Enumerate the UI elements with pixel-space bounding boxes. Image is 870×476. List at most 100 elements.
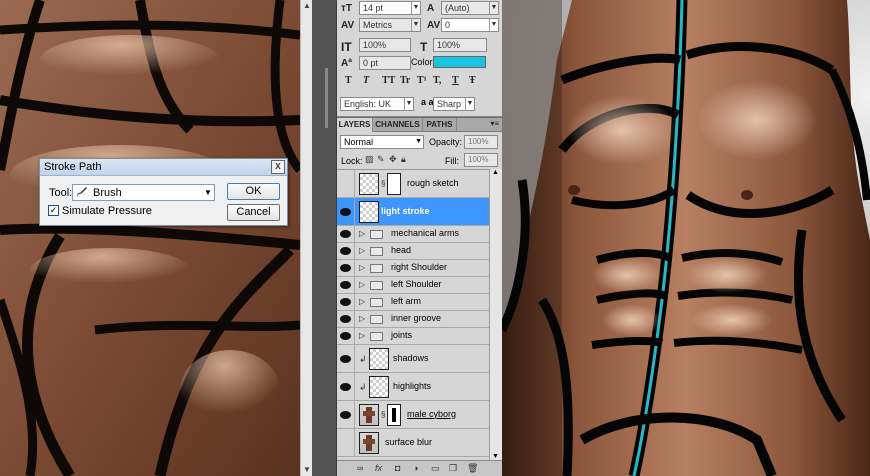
layer-row-shadows[interactable]: ↲ shadows bbox=[337, 345, 489, 373]
layer-row-left-arm[interactable]: ▷ left arm bbox=[337, 294, 489, 311]
visibility-toggle[interactable] bbox=[337, 373, 355, 400]
visibility-toggle[interactable] bbox=[337, 401, 355, 428]
expand-triangle-icon[interactable]: ▷ bbox=[359, 297, 365, 306]
fx-icon[interactable]: fx bbox=[375, 463, 382, 473]
visibility-toggle[interactable] bbox=[337, 226, 355, 242]
layer-row-right-shoulder[interactable]: ▷ right Shoulder bbox=[337, 260, 489, 277]
layer-row-joints[interactable]: ▷ joints bbox=[337, 328, 489, 345]
fill-field[interactable]: 100% bbox=[464, 153, 498, 167]
text-color-swatch[interactable] bbox=[433, 56, 486, 68]
lock-transparency-icon[interactable]: ▨ bbox=[365, 154, 374, 165]
layer-row-rough-sketch[interactable]: § rough sketch bbox=[337, 170, 489, 198]
new-group-icon[interactable]: ▭ bbox=[431, 463, 440, 474]
leading-field[interactable]: (Auto) ▼ bbox=[441, 1, 499, 15]
layer-row-left-shoulder[interactable]: ▷ left Shoulder bbox=[337, 277, 489, 294]
cancel-button[interactable]: Cancel bbox=[227, 204, 280, 221]
chevron-down-icon[interactable]: ▼ bbox=[465, 98, 474, 110]
underline-button[interactable]: T bbox=[452, 75, 459, 86]
layer-row-head[interactable]: ▷ head bbox=[337, 243, 489, 260]
layer-name: right Shoulder bbox=[391, 262, 448, 272]
layer-row-highlights[interactable]: ↲ highlights bbox=[337, 373, 489, 401]
kerning-field[interactable]: Metrics ▼ bbox=[359, 18, 421, 32]
chevron-down-icon[interactable]: ▼ bbox=[202, 185, 214, 200]
visibility-toggle[interactable] bbox=[337, 294, 355, 310]
dialog-titlebar[interactable]: Stroke Path x bbox=[40, 159, 287, 176]
opacity-field[interactable]: 100% bbox=[464, 135, 498, 149]
close-icon[interactable]: x bbox=[271, 160, 285, 174]
tool-select[interactable]: Brush ▼ bbox=[72, 184, 215, 201]
expand-triangle-icon[interactable]: ▷ bbox=[359, 246, 365, 255]
visibility-toggle[interactable] bbox=[337, 198, 355, 225]
canvas-zoomed-view[interactable] bbox=[0, 0, 300, 476]
vertical-scale-field[interactable]: 100% bbox=[359, 38, 411, 52]
lock-all-icon[interactable]: 🔒︎ bbox=[401, 154, 406, 165]
vertical-scale-value: 100% bbox=[363, 40, 387, 50]
layer-row-mechanical-arms[interactable]: ▷ mechanical arms bbox=[337, 226, 489, 243]
layer-mask-thumbnail[interactable] bbox=[387, 172, 401, 195]
new-layer-icon[interactable]: ❐ bbox=[449, 463, 457, 474]
font-size-field[interactable]: 14 pt ▼ bbox=[359, 1, 421, 15]
tracking-field[interactable]: 0 ▼ bbox=[441, 18, 499, 32]
link-layers-icon[interactable]: ∞ bbox=[357, 463, 363, 473]
scroll-up-icon[interactable]: ▲ bbox=[492, 169, 499, 176]
scroll-down-icon[interactable]: ▼ bbox=[302, 465, 312, 475]
strikethrough-button[interactable]: Ŧ bbox=[469, 75, 476, 86]
horizontal-scale-field[interactable]: 100% bbox=[433, 38, 487, 52]
faux-italic-button[interactable]: T bbox=[363, 75, 369, 86]
expand-triangle-icon[interactable]: ▷ bbox=[359, 331, 365, 340]
ok-button[interactable]: OK bbox=[227, 183, 280, 200]
dock-scroll-thumb[interactable] bbox=[325, 68, 328, 128]
simulate-pressure-checkbox[interactable]: ✓ bbox=[48, 205, 59, 216]
chevron-down-icon[interactable]: ▼ bbox=[415, 136, 422, 148]
character-panel: ᴛT 14 pt ▼ A (Auto) ▼ AV Metrics ▼ AV 0 ▼ IT… bbox=[337, 0, 502, 117]
chevron-down-icon[interactable]: ▼ bbox=[489, 2, 498, 14]
visibility-toggle[interactable] bbox=[337, 345, 355, 372]
subscript-button[interactable]: T, bbox=[433, 75, 441, 86]
panel-menu-icon[interactable]: ▾≡ bbox=[490, 119, 499, 128]
layer-row-light-stroke[interactable]: light stroke bbox=[337, 198, 489, 226]
link-icon[interactable]: § bbox=[381, 179, 385, 188]
visibility-toggle[interactable] bbox=[337, 328, 355, 344]
layer-name: light stroke bbox=[381, 205, 430, 216]
canvas-vertical-scrollbar[interactable]: ▲ ▼ bbox=[300, 0, 312, 476]
scroll-up-icon[interactable]: ▲ bbox=[302, 1, 312, 11]
canvas-document-view[interactable] bbox=[502, 0, 870, 476]
lock-position-icon[interactable]: ✥ bbox=[389, 154, 397, 165]
lock-image-icon[interactable]: ✎ bbox=[377, 154, 385, 165]
layer-row-inner-groove[interactable]: ▷ inner groove bbox=[337, 311, 489, 328]
anti-alias-select[interactable]: Sharp ▼ bbox=[433, 97, 475, 111]
visibility-toggle[interactable] bbox=[337, 277, 355, 293]
layer-row-male-cyborg[interactable]: § male cyborg bbox=[337, 401, 489, 429]
visibility-toggle[interactable] bbox=[337, 311, 355, 327]
small-caps-button[interactable]: Tr bbox=[400, 75, 410, 86]
tab-channels[interactable]: CHANNELS bbox=[373, 118, 423, 132]
visibility-toggle[interactable] bbox=[337, 243, 355, 259]
chevron-down-icon[interactable]: ▼ bbox=[404, 98, 413, 110]
layer-mask-thumbnail[interactable] bbox=[387, 403, 401, 426]
chevron-down-icon[interactable]: ▼ bbox=[489, 19, 498, 31]
chevron-down-icon[interactable]: ▼ bbox=[411, 2, 420, 14]
faux-bold-button[interactable]: T bbox=[345, 75, 352, 86]
all-caps-button[interactable]: TT bbox=[382, 75, 395, 86]
layer-list-scrollbar[interactable]: ▲ ▼ bbox=[489, 169, 502, 460]
adjustment-layer-icon[interactable]: ◑ bbox=[413, 463, 418, 473]
scroll-down-icon[interactable]: ▼ bbox=[492, 453, 499, 460]
visibility-toggle[interactable] bbox=[337, 260, 355, 276]
blend-mode-select[interactable]: Normal ▼ bbox=[340, 135, 424, 149]
visibility-toggle[interactable] bbox=[337, 429, 355, 456]
superscript-button[interactable]: T¹ bbox=[417, 75, 427, 86]
trash-icon[interactable]: 🗑︎ bbox=[467, 463, 478, 474]
layer-row-surface-blur[interactable]: surface blur bbox=[337, 429, 489, 457]
expand-triangle-icon[interactable]: ▷ bbox=[359, 280, 365, 289]
expand-triangle-icon[interactable]: ▷ bbox=[359, 229, 365, 238]
link-icon[interactable]: § bbox=[381, 410, 385, 419]
chevron-down-icon[interactable]: ▼ bbox=[411, 19, 420, 31]
language-select[interactable]: English: UK ▼ bbox=[340, 97, 414, 111]
tab-layers[interactable]: LAYERS bbox=[337, 118, 373, 132]
add-mask-icon[interactable]: ◘ bbox=[395, 463, 400, 473]
expand-triangle-icon[interactable]: ▷ bbox=[359, 263, 365, 272]
tab-paths[interactable]: PATHS bbox=[423, 118, 457, 132]
expand-triangle-icon[interactable]: ▷ bbox=[359, 314, 365, 323]
visibility-toggle[interactable] bbox=[337, 170, 355, 197]
baseline-shift-field[interactable]: 0 pt bbox=[359, 56, 411, 70]
